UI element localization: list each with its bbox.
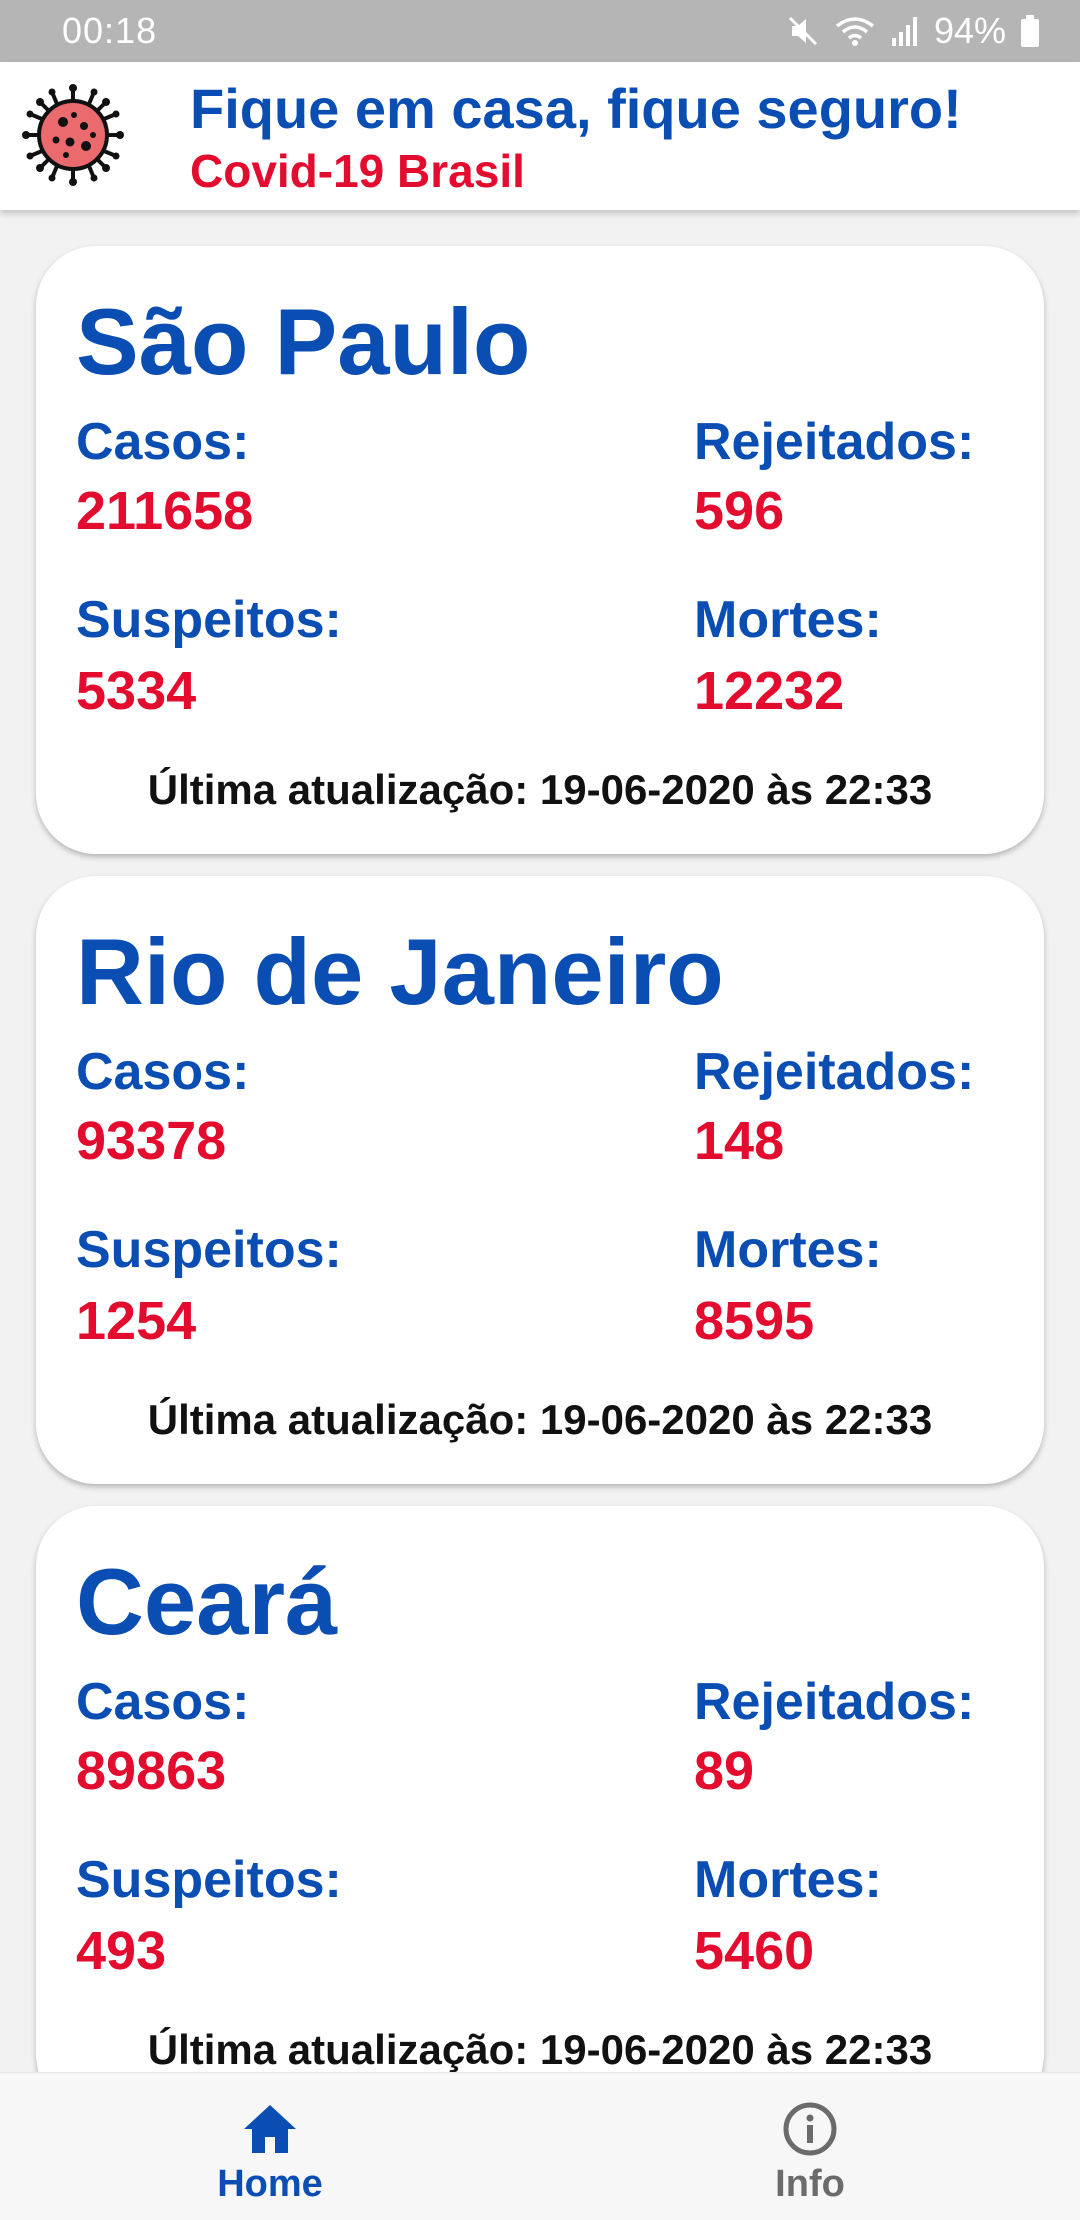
mortes-label: Mortes:: [694, 1221, 882, 1279]
nav-home-tab[interactable]: Home: [120, 2073, 420, 2220]
mortes-label: Mortes:: [694, 1851, 882, 1909]
mute-icon: [786, 14, 820, 48]
signal-icon: [890, 14, 920, 48]
nav-info-tab[interactable]: Info: [660, 2073, 960, 2220]
bottom-nav: Home Info: [0, 2072, 1080, 2220]
app-title: Fique em casa, fique seguro!: [190, 77, 962, 140]
rejeitados-label: Rejeitados:: [694, 413, 975, 471]
status-time: 00:18: [62, 10, 158, 51]
casos-label: Casos:: [76, 413, 250, 471]
suspeitos-value: 1254: [76, 1291, 197, 1351]
suspeitos-value: 5334: [76, 661, 197, 721]
mortes-value: 5460: [694, 1921, 815, 1981]
state-card-sao-paulo: São Paulo Casos: 211658 Rejeitados: 596 …: [36, 246, 1044, 854]
rejeitados-label: Rejeitados:: [694, 1043, 975, 1101]
casos-value: 89863: [76, 1741, 227, 1801]
mortes-label: Mortes:: [694, 591, 882, 649]
nav-home-label: Home: [217, 2163, 323, 2205]
casos-value: 211658: [76, 481, 254, 541]
state-card-ceara: Ceará Casos: 89863 Rejeitados: 89 Suspei…: [36, 1506, 1044, 2072]
app-subtitle: Covid-19 Brasil: [190, 145, 525, 197]
casos-label: Casos:: [76, 1043, 250, 1101]
suspeitos-label: Suspeitos:: [76, 1221, 342, 1279]
state-name: Ceará: [76, 1549, 338, 1654]
battery-percent: 94%: [933, 10, 1006, 51]
mortes-value: 12232: [694, 661, 845, 721]
casos-value: 93378: [76, 1111, 227, 1171]
wifi-icon: [834, 14, 876, 48]
last-updated: Última atualização: 19-06-2020 às 22:33: [147, 766, 933, 813]
status-bar: 00:18 94%: [0, 0, 1080, 62]
battery-icon: [1020, 14, 1040, 48]
state-name: São Paulo: [76, 289, 531, 394]
status-icons: 94%: [786, 8, 1040, 54]
last-updated: Última atualização: 19-06-2020 às 22:33: [147, 1396, 933, 1443]
suspeitos-label: Suspeitos:: [76, 1851, 342, 1909]
casos-label: Casos:: [76, 1673, 250, 1731]
states-list[interactable]: São Paulo Casos: 211658 Rejeitados: 596 …: [0, 210, 1080, 2072]
state-name: Rio de Janeiro: [76, 919, 724, 1024]
virus-icon: [18, 80, 128, 190]
mortes-value: 8595: [694, 1291, 815, 1351]
info-icon: [780, 2099, 840, 2159]
rejeitados-value: 148: [694, 1111, 785, 1171]
nav-info-label: Info: [775, 2163, 845, 2205]
home-icon: [240, 2099, 300, 2159]
rejeitados-value: 596: [694, 481, 785, 541]
state-card-rio-de-janeiro: Rio de Janeiro Casos: 93378 Rejeitados: …: [36, 876, 1044, 1484]
suspeitos-value: 493: [76, 1921, 167, 1981]
suspeitos-label: Suspeitos:: [76, 591, 342, 649]
rejeitados-label: Rejeitados:: [694, 1673, 975, 1731]
last-updated: Última atualização: 19-06-2020 às 22:33: [147, 2026, 933, 2072]
app-header: Fique em casa, fique seguro! Covid-19 Br…: [0, 62, 1080, 210]
rejeitados-value: 89: [694, 1741, 755, 1801]
